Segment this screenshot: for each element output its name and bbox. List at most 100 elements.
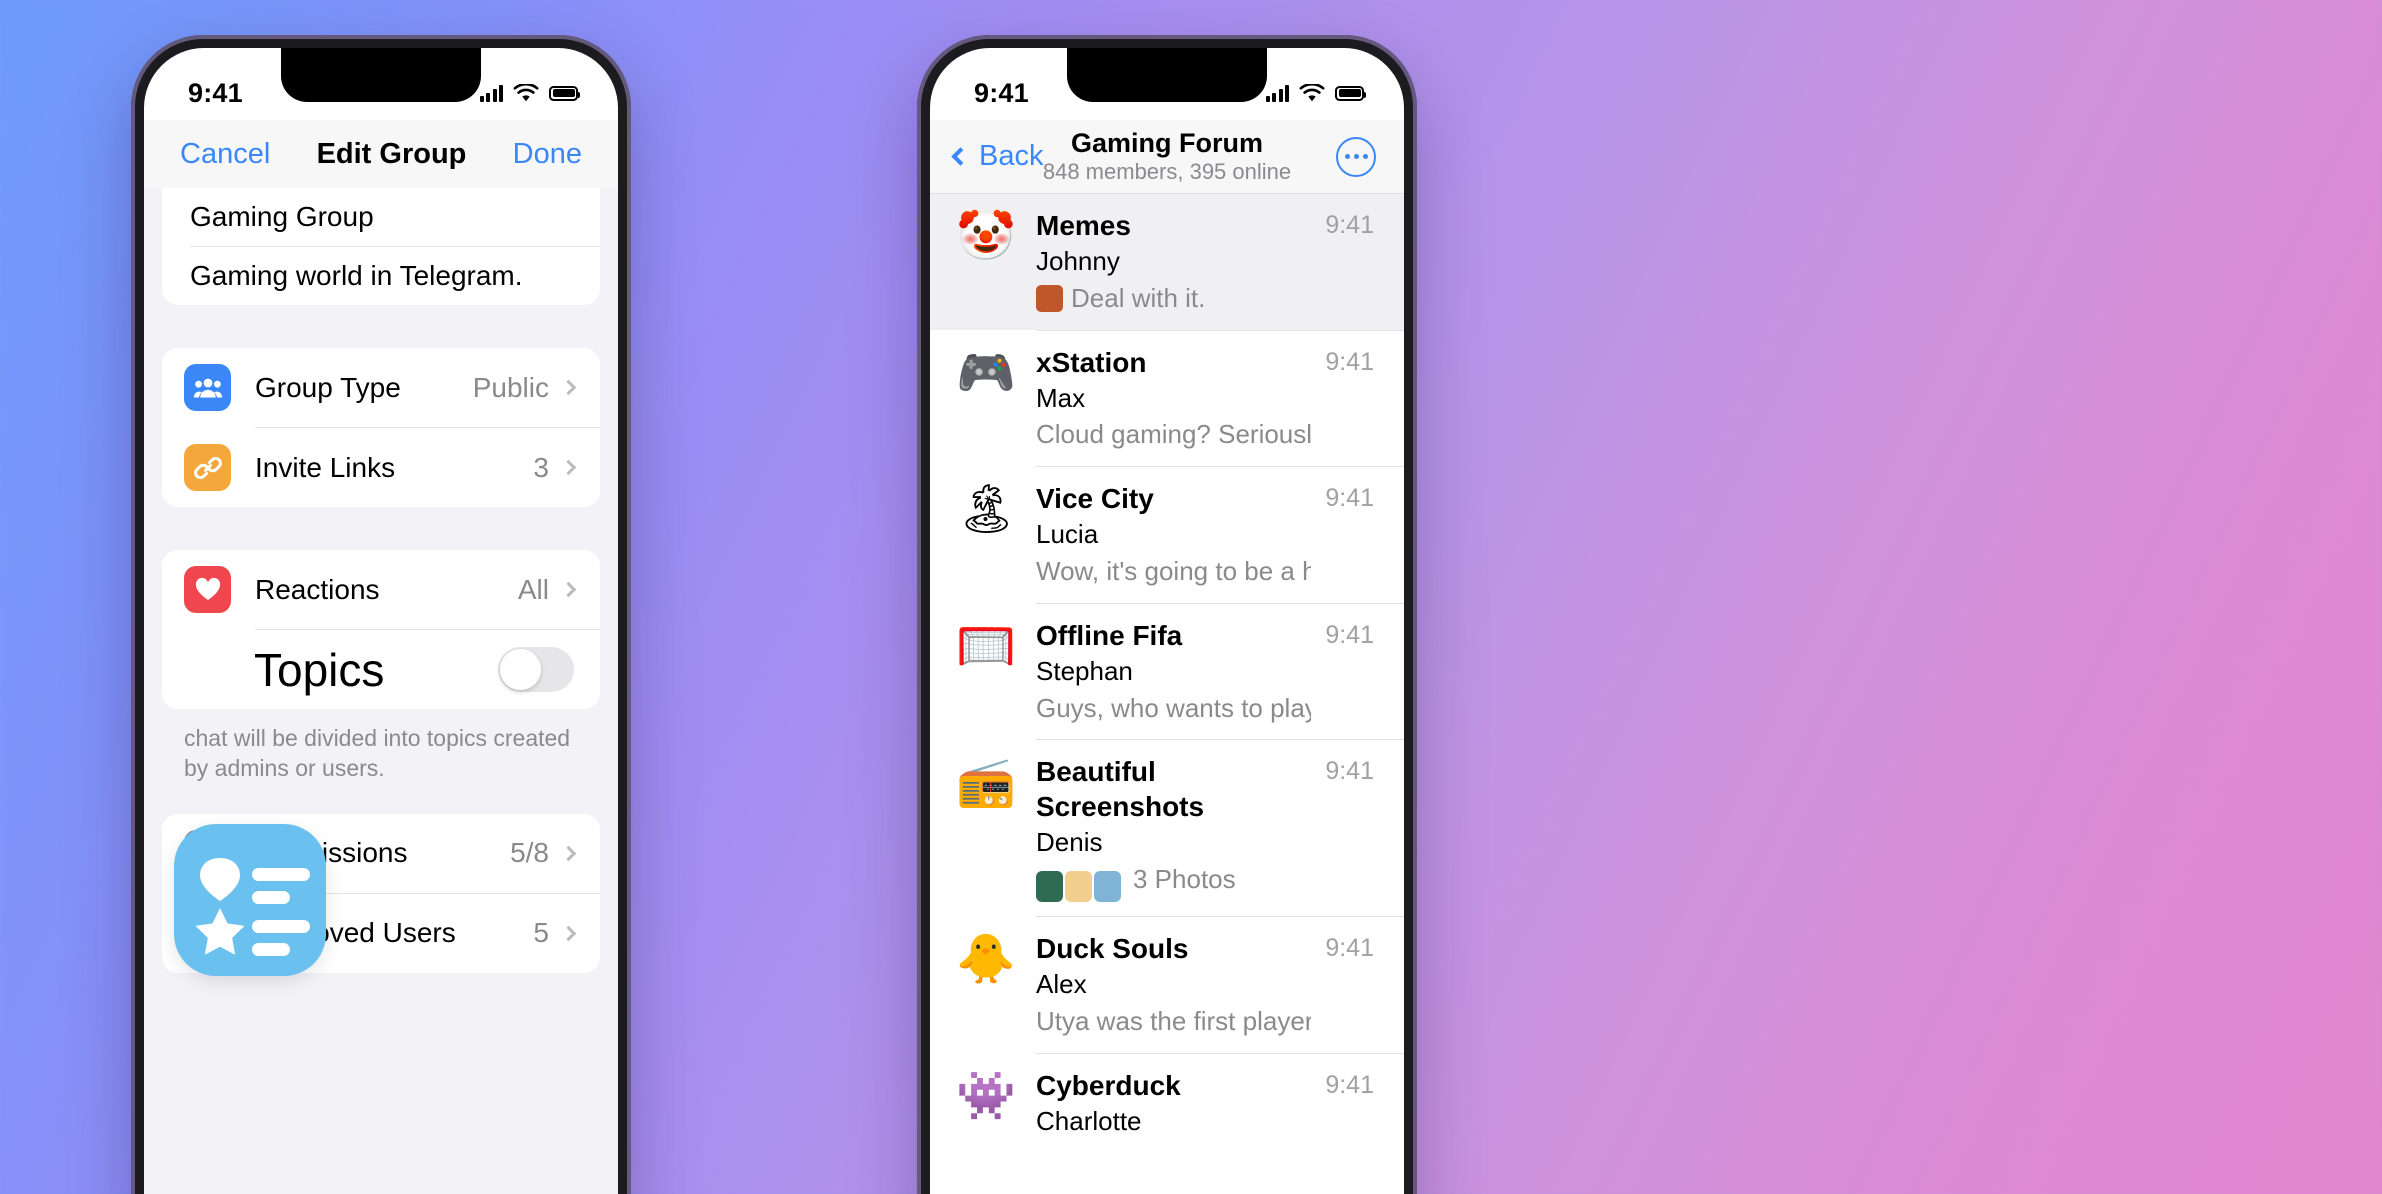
- more-ellipsis-icon[interactable]: [1336, 136, 1376, 177]
- topics-footnote: chat will be divided into topics created…: [184, 725, 571, 782]
- phone-right-screen: 9:41 Back Gaming Forum 848 members, 395 …: [930, 48, 1404, 1194]
- topic-body: xStation Max Cloud gaming? Seriously?: [1036, 345, 1311, 453]
- topic-name: Duck Souls: [1036, 932, 1189, 964]
- topic-time: 9:41: [1325, 933, 1374, 962]
- topic-list-item[interactable]: 🥅 Offline Fifa Stephan Guys, who wants to p…: [930, 604, 1404, 740]
- topic-message: Deal with it.: [1036, 282, 1311, 316]
- row-group-type[interactable]: Group Type Public: [162, 348, 600, 427]
- status-time: 9:41: [188, 77, 243, 108]
- photo-thumb: [1036, 870, 1063, 902]
- topic-message: 3 Photos: [1036, 863, 1311, 902]
- reactions-topics-card: Reactions All Topics: [162, 550, 600, 709]
- status-icons: [479, 83, 580, 103]
- topic-list-item[interactable]: 🤡 Memes Johnny Deal with it. 9:41: [930, 194, 1404, 330]
- link-chain-icon: [184, 444, 231, 491]
- topic-message: Utya was the first player to beat Duck S…: [1036, 1005, 1312, 1036]
- row-label: Group Type: [255, 371, 401, 403]
- photo-thumb: [1065, 870, 1092, 902]
- row-label: Invite Links: [255, 451, 396, 483]
- topic-author: Lucia: [1036, 519, 1099, 550]
- group-settings-card: Group Type Public Invite Links 3: [162, 348, 600, 507]
- topic-time: 9:41: [1325, 620, 1374, 649]
- topic-time: 9:41: [1325, 211, 1374, 239]
- topic-list-item[interactable]: 📻 Beautiful Screenshots Denis 3 Photos 9:41: [930, 740, 1404, 916]
- wifi-icon: [513, 83, 539, 101]
- topic-avatar-icon: 🎮: [956, 346, 1016, 400]
- photo-thumbs: [1036, 868, 1123, 902]
- topic-list: 🤡 Memes Johnny Deal with it. 9:41 🎮 xStation Ma…: [930, 194, 1404, 1194]
- topic-author: Alex: [1036, 968, 1087, 999]
- row-invite-links[interactable]: Invite Links 3: [162, 428, 600, 507]
- topic-time: 9:41: [1325, 757, 1374, 786]
- topics-list-icon: [174, 824, 326, 976]
- group-info-card: Gaming Group Gaming world in Telegram.: [162, 188, 600, 305]
- phone-left: 9:41 Cancel Edit Group Done Gaming Group: [131, 35, 631, 1194]
- group-people-icon: [184, 364, 231, 411]
- topic-body: Duck Souls Alex Utya was the first player …: [1036, 931, 1311, 1039]
- topic-name: Cyberduck: [1036, 1069, 1181, 1101]
- cancel-button[interactable]: Cancel: [180, 138, 270, 171]
- row-value: 5/8: [510, 837, 549, 869]
- cellular-signal-icon: [479, 84, 503, 102]
- group-name-input[interactable]: Gaming Group: [162, 188, 600, 246]
- reactions-heart-icon: [184, 566, 231, 613]
- phone-left-screen: 9:41 Cancel Edit Group Done Gaming Group: [144, 48, 618, 1194]
- chevron-right-icon: [560, 459, 577, 476]
- notch: [281, 48, 481, 102]
- topic-message: Cloud gaming? Seriously?: [1036, 419, 1312, 450]
- topic-list-item[interactable]: 🐥 Duck Souls Alex Utya was the first player…: [930, 917, 1404, 1053]
- chevron-right-icon: [560, 581, 577, 598]
- chevron-right-icon: [560, 925, 577, 941]
- topic-name: Offline Fifa: [1036, 619, 1183, 651]
- topic-author: Denis: [1036, 827, 1103, 858]
- group-description-input[interactable]: Gaming world in Telegram.: [162, 247, 600, 305]
- topic-body: Offline Fifa Stephan Guys, who wants to pl…: [1036, 618, 1311, 726]
- nav-bar-edit-group: Cancel Edit Group Done: [144, 120, 618, 188]
- topic-name: Vice City: [1036, 483, 1154, 515]
- topic-author: Max: [1036, 382, 1086, 413]
- chevron-right-icon: [560, 845, 577, 861]
- back-button[interactable]: Back: [951, 140, 1043, 173]
- row-reactions[interactable]: Reactions All: [162, 550, 600, 629]
- topic-body: Cyberduck Charlotte: [1036, 1068, 1311, 1139]
- row-value: 5: [533, 917, 549, 949]
- topic-author: Charlotte: [1036, 1105, 1142, 1136]
- topic-list-item[interactable]: 🏝 Vice City Lucia Wow, it's going to be a h…: [930, 467, 1404, 603]
- battery-icon: [549, 85, 580, 101]
- topics-toggle[interactable]: [498, 647, 574, 692]
- status-time: 9:41: [974, 77, 1029, 108]
- status-icons: [1265, 83, 1366, 103]
- topic-author: Stephan: [1036, 655, 1133, 686]
- chevron-left-icon: [951, 147, 970, 166]
- topic-avatar-icon: 🤡: [956, 210, 1016, 263]
- topic-name: xStation: [1036, 346, 1147, 378]
- topic-list-item[interactable]: 🎮 xStation Max Cloud gaming? Seriously? 9:41: [930, 331, 1404, 467]
- topic-time: 9:41: [1325, 1070, 1374, 1099]
- topic-list-item[interactable]: 👾 Cyberduck Charlotte 9:41: [930, 1054, 1404, 1153]
- row-label: Topics: [254, 643, 385, 696]
- phone-right: 9:41 Back Gaming Forum 848 members, 395 …: [917, 35, 1417, 1194]
- sticker-thumb-icon: [1036, 284, 1063, 312]
- topic-body: Vice City Lucia Wow, it's going to be a ho…: [1036, 481, 1311, 589]
- topic-avatar-icon: 🥅: [956, 619, 1016, 673]
- done-button[interactable]: Done: [513, 138, 582, 171]
- page-title: Edit Group: [316, 137, 467, 170]
- topic-time: 9:41: [1325, 347, 1374, 376]
- topic-name: Memes: [1036, 210, 1131, 241]
- topic-name: Beautiful Screenshots: [1036, 756, 1205, 823]
- chevron-right-icon: [560, 379, 577, 396]
- row-topics[interactable]: Topics: [162, 630, 600, 709]
- topic-message: Wow, it's going to be a hot day.: [1036, 555, 1312, 586]
- topic-avatar-icon: 🐥: [956, 932, 1016, 986]
- row-value: 3: [533, 451, 549, 483]
- row-label: Reactions: [255, 573, 380, 605]
- topic-author: Johnny: [1036, 246, 1120, 276]
- row-value: All: [517, 573, 549, 605]
- topic-body: Memes Johnny Deal with it.: [1036, 208, 1311, 316]
- topic-body: Beautiful Screenshots Denis 3 Photos: [1036, 754, 1311, 902]
- photo-thumb: [1094, 870, 1121, 902]
- cellular-signal-icon: [1265, 84, 1289, 102]
- topic-avatar-icon: 🏝: [956, 483, 1017, 537]
